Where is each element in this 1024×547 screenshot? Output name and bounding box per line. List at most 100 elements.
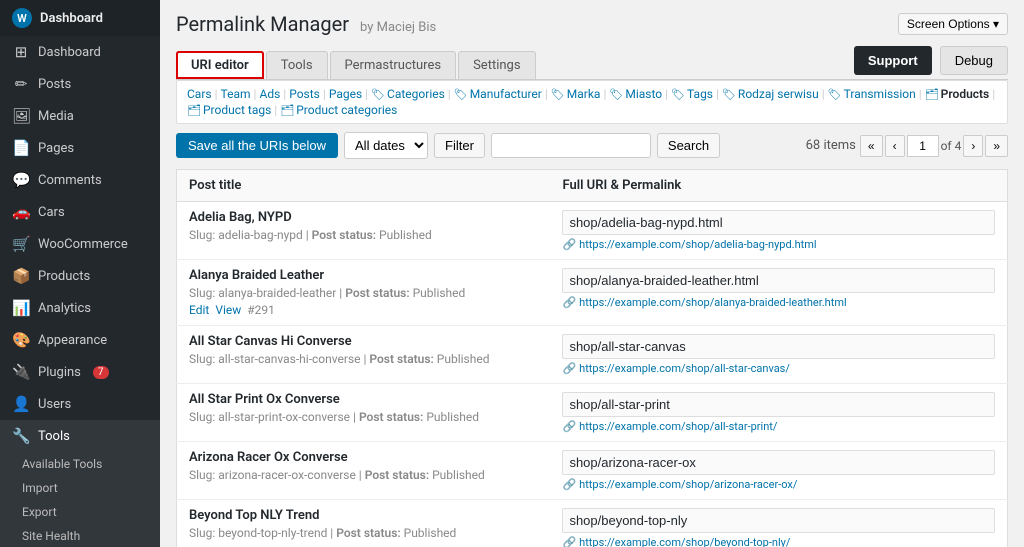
sidebar-item-available-tools[interactable]: Available Tools xyxy=(0,452,160,476)
sidebar-item-appearance[interactable]: 🎨 Appearance xyxy=(0,324,160,356)
subnav-item-rodzaj[interactable]: Rodzaj serwisu xyxy=(738,87,819,101)
first-page-button[interactable]: « xyxy=(860,135,883,157)
sidebar-item-label: Comments xyxy=(38,173,102,188)
users-icon: 👤 xyxy=(12,395,30,413)
next-page-button[interactable]: › xyxy=(963,135,983,157)
link-icon: 🔗 xyxy=(562,420,576,433)
post-title-cell: All Star Print Ox ConverseSlug: all-star… xyxy=(177,384,551,442)
post-action-link[interactable]: View xyxy=(215,303,241,317)
pages-icon: 📄 xyxy=(12,139,30,157)
table-row: Beyond Top NLY TrendSlug: beyond-top-nly… xyxy=(177,500,1008,547)
subnav-item-products[interactable]: Products xyxy=(941,87,990,101)
subnav: Cars| Team| Ads| Posts| Pages| 🏷Categori… xyxy=(176,80,1008,124)
sidebar-item-plugins[interactable]: 🔌 Plugins 7 xyxy=(0,356,160,388)
media-icon: 🖼 xyxy=(12,107,30,125)
import-label: Import xyxy=(22,481,58,495)
sidebar-item-products[interactable]: 📦 Products xyxy=(0,260,160,292)
screen-options-button[interactable]: Screen Options ▾ xyxy=(898,13,1008,35)
tab-settings[interactable]: Settings xyxy=(458,51,535,79)
subnav-item-ads[interactable]: Ads xyxy=(259,87,280,101)
post-slug-text: Slug: alanya-braided-leather | Post stat… xyxy=(189,286,538,300)
post-title-text: Alanya Braided Leather xyxy=(189,268,538,283)
filter-button[interactable]: Filter xyxy=(434,133,485,158)
uri-input[interactable] xyxy=(562,508,995,533)
sidebar-item-analytics[interactable]: 📊 Analytics xyxy=(0,292,160,324)
manufacturer-tag-icon: 🏷 xyxy=(454,88,468,101)
date-filter-select[interactable]: All dates xyxy=(344,132,428,159)
prev-page-button[interactable]: ‹ xyxy=(885,135,905,157)
tab-uri-editor[interactable]: URI editor xyxy=(176,51,264,79)
debug-button[interactable]: Debug xyxy=(940,46,1008,75)
sidebar-item-media[interactable]: 🖼 Media xyxy=(0,100,160,132)
table-row: Adelia Bag, NYPDSlug: adelia-bag-nypd | … xyxy=(177,202,1008,260)
sidebar-item-pages[interactable]: 📄 Pages xyxy=(0,132,160,164)
post-action-link[interactable]: Edit xyxy=(189,303,209,317)
uri-cell: 🔗https://example.com/shop/adelia-bag-nyp… xyxy=(550,202,1007,260)
uri-input[interactable] xyxy=(562,268,995,293)
page-input[interactable] xyxy=(907,135,939,157)
subnav-item-categories[interactable]: Categories xyxy=(387,87,445,101)
tabs-container: URI editor Tools Permastructures Setting… xyxy=(176,46,1008,80)
sidebar-item-site-health[interactable]: Site Health xyxy=(0,524,160,547)
sidebar-item-label: Media xyxy=(38,109,74,124)
uri-input[interactable] xyxy=(562,450,995,475)
subnav-item-manufacturer[interactable]: Manufacturer xyxy=(470,87,542,101)
table-row: Alanya Braided Leather Slug: alanya-braid… xyxy=(177,260,1008,326)
subnav-item-product-categories[interactable]: Product categories xyxy=(296,103,397,117)
export-label: Export xyxy=(22,505,57,519)
subnav-item-marka[interactable]: Marka xyxy=(567,87,601,101)
search-button[interactable]: Search xyxy=(657,133,720,158)
uri-input[interactable] xyxy=(562,210,995,235)
subnav-item-tags[interactable]: Tags xyxy=(687,87,713,101)
search-input[interactable] xyxy=(491,133,651,158)
subnav-item-cars[interactable]: Cars xyxy=(187,87,212,101)
last-page-button[interactable]: » xyxy=(985,135,1008,157)
post-actions: EditView#291 xyxy=(189,303,538,317)
subnav-item-product-tags[interactable]: Product tags xyxy=(203,103,271,117)
tab-permastructures[interactable]: Permastructures xyxy=(330,51,457,79)
subnav-item-posts[interactable]: Posts xyxy=(289,87,320,101)
sidebar-item-cars[interactable]: 🚗 Cars xyxy=(0,196,160,228)
sidebar-item-woocommerce[interactable]: 🛒 WooCommerce xyxy=(0,228,160,260)
uri-cell: 🔗https://example.com/shop/beyond-top-nly… xyxy=(550,500,1007,547)
post-title-text: Arizona Racer Ox Converse xyxy=(189,450,538,465)
uri-full-link[interactable]: https://example.com/shop/all-star-print/ xyxy=(579,420,777,433)
sidebar-item-tools[interactable]: 🔧 Tools xyxy=(0,420,160,452)
sidebar-item-label: Appearance xyxy=(38,333,107,348)
uri-full-link[interactable]: https://example.com/shop/all-star-canvas… xyxy=(579,362,790,375)
uri-cell: 🔗https://example.com/shop/arizona-racer-… xyxy=(550,442,1007,500)
uri-link: 🔗https://example.com/shop/adelia-bag-nyp… xyxy=(562,238,995,251)
sidebar-item-dashboard[interactable]: ⊞ Dashboard xyxy=(0,36,160,68)
sidebar-item-users[interactable]: 👤 Users xyxy=(0,388,160,420)
uri-full-link[interactable]: https://example.com/shop/beyond-top-nly/ xyxy=(579,536,790,547)
subnav-item-pages[interactable]: Pages xyxy=(329,87,362,101)
sidebar-item-comments[interactable]: 💬 Comments xyxy=(0,164,160,196)
sidebar-logo[interactable]: W Dashboard xyxy=(0,0,160,36)
uri-input[interactable] xyxy=(562,392,995,417)
table-row: Arizona Racer Ox ConverseSlug: arizona-r… xyxy=(177,442,1008,500)
subnav-item-team[interactable]: Team xyxy=(221,87,251,101)
support-button[interactable]: Support xyxy=(854,46,932,75)
subnav-item-transmission[interactable]: Transmission xyxy=(844,87,916,101)
products-cpt-icon: 🗂 xyxy=(925,88,939,101)
categories-tag-icon: 🏷 xyxy=(371,88,385,101)
sidebar-item-label: Posts xyxy=(38,77,71,92)
rodzaj-tag-icon: 🏷 xyxy=(722,88,736,101)
product-tags-icon: 🗂 xyxy=(187,104,201,117)
sidebar-item-posts[interactable]: ✏ Posts xyxy=(0,68,160,100)
uri-cell: 🔗https://example.com/shop/all-star-canva… xyxy=(550,326,1007,384)
sidebar-item-export[interactable]: Export xyxy=(0,500,160,524)
sidebar-item-import[interactable]: Import xyxy=(0,476,160,500)
save-all-button[interactable]: Save all the URIs below xyxy=(176,133,338,158)
uri-link: 🔗https://example.com/shop/alanya-braided… xyxy=(562,296,995,309)
cars-icon: 🚗 xyxy=(12,203,30,221)
uri-full-link[interactable]: https://example.com/shop/arizona-racer-o… xyxy=(579,478,797,491)
dashboard-icon: ⊞ xyxy=(12,43,30,61)
uri-input[interactable] xyxy=(562,334,995,359)
uri-full-link[interactable]: https://example.com/shop/adelia-bag-nypd… xyxy=(579,238,816,251)
sidebar-logo-label: Dashboard xyxy=(40,11,103,26)
uri-full-link[interactable]: https://example.com/shop/alanya-braided-… xyxy=(579,296,847,309)
subnav-item-miasto[interactable]: Miasto xyxy=(625,87,662,101)
tab-tools[interactable]: Tools xyxy=(266,51,328,79)
post-title-cell: Beyond Top NLY TrendSlug: beyond-top-nly… xyxy=(177,500,551,547)
